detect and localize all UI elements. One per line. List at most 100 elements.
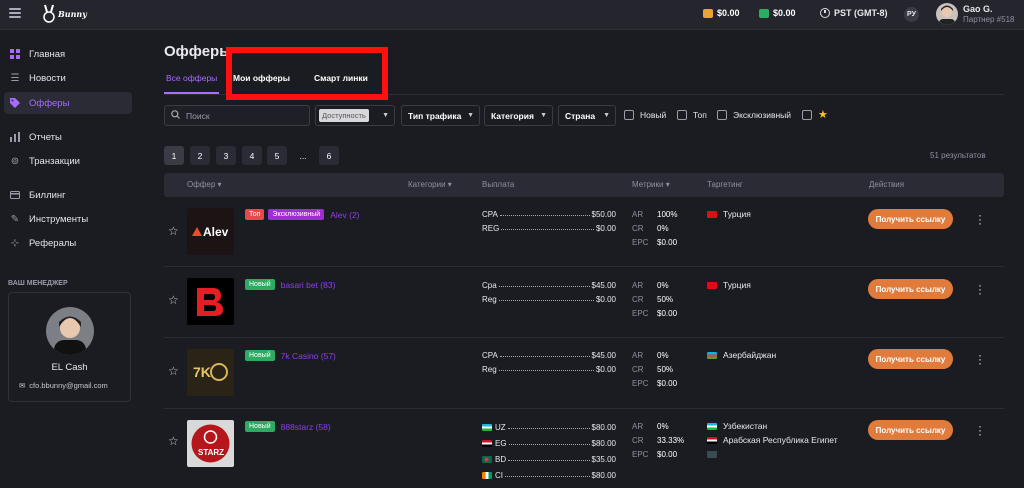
page-button[interactable]: 5	[267, 146, 287, 165]
manager-email[interactable]: ✉ cfo.bbunny@gmail.com	[19, 381, 108, 390]
sidebar-item-tools[interactable]: ✎ Инструменты	[4, 208, 132, 230]
badge-top: Топ	[245, 209, 265, 220]
sidebar-item-label: Биллинг	[29, 189, 66, 201]
timezone-label: PST (GMT-8)	[834, 8, 888, 18]
logo[interactable]: Bunny	[42, 4, 87, 24]
get-link-button[interactable]: Получить ссылку	[868, 349, 953, 369]
more-options-icon[interactable]: · · ·	[977, 209, 983, 229]
balance-value: $0.00	[717, 8, 740, 18]
filter-exclusive[interactable]: Эксклюзивный	[717, 110, 791, 120]
sidebar-item-reports[interactable]: Отчеты	[4, 126, 132, 148]
more-options-icon[interactable]: · · ·	[977, 349, 983, 369]
page-button[interactable]: 1	[164, 146, 184, 165]
more-options-icon[interactable]: · · ·	[977, 279, 983, 299]
traffic-type-select[interactable]: Тип трафика ▼	[401, 105, 480, 126]
country-select[interactable]: Страна ▼	[558, 105, 616, 126]
col-categories[interactable]: Категории ▾	[408, 180, 452, 189]
page-ellipsis: ...	[299, 150, 307, 161]
top-checkbox[interactable]	[677, 110, 687, 120]
offer-name-link[interactable]: 888starz (58)	[281, 422, 331, 432]
sidebar-item-home[interactable]: Главная	[4, 43, 132, 65]
sidebar-item-label: Отчеты	[29, 131, 62, 143]
offer-name-link[interactable]: Alev (2)	[330, 210, 359, 220]
annotation-highlight-box	[226, 47, 388, 100]
badge-new: Новый	[245, 421, 275, 432]
dashboard-icon	[10, 49, 20, 59]
transactions-icon: ⊚	[10, 155, 20, 167]
payout-list: CPA $45.00 Reg $0.00	[482, 350, 616, 374]
col-actions: Действия	[869, 180, 905, 189]
offer-name-link[interactable]: 7k Casino (57)	[281, 351, 336, 361]
bar-chart-icon	[10, 132, 20, 142]
uzbekistan-flag-icon	[482, 423, 492, 431]
filter-favorites[interactable]: ★	[802, 108, 828, 121]
manager-card: EL Cash ✉ cfo.bbunny@gmail.com	[8, 292, 131, 402]
tab-all-offers[interactable]: Все офферы	[166, 73, 217, 83]
targeting-list: Турция	[707, 278, 751, 292]
get-link-button[interactable]: Получить ссылку	[868, 209, 953, 229]
col-metrics[interactable]: Метрики ▾	[632, 180, 670, 189]
sidebar-item-news[interactable]: ☰ Новости	[4, 67, 132, 89]
more-flags-icon	[707, 450, 717, 458]
sidebar-item-transactions[interactable]: ⊚ Транзакции	[4, 150, 132, 172]
exclusive-checkbox[interactable]	[717, 110, 727, 120]
search-field[interactable]	[164, 105, 310, 126]
egypt-flag-icon	[482, 439, 492, 447]
uzbekistan-flag-icon	[707, 422, 717, 430]
sidebar: Главная ☰ Новости Офферы Отчеты ⊚ Транза…	[0, 30, 140, 488]
table-row: ☆ Новый basari bet (83) Cpa $45.00 Reg $0.…	[164, 268, 1004, 338]
badge-new: Новый	[245, 350, 275, 361]
get-link-button[interactable]: Получить ссылку	[868, 279, 953, 299]
page-button[interactable]: 3	[216, 146, 236, 165]
table-row: ☆ Alev Топ Эксклюзивный Alev (2) CPA $50.…	[164, 197, 1004, 267]
offer-badges: Новый basari bet (83)	[245, 279, 335, 290]
balance-secondary[interactable]: $0.00	[759, 8, 796, 18]
targeting-list: Азербайджан	[707, 348, 776, 362]
favorites-checkbox[interactable]	[802, 109, 812, 120]
sidebar-item-label: Офферы	[29, 97, 70, 109]
favorite-star-icon[interactable]: ☆	[168, 294, 180, 306]
filter-new-label: Новый	[640, 110, 667, 120]
payout-list: UZ $80.00 EG $80.00 BD $35.00 CI $80.00	[482, 419, 616, 483]
bunny-icon	[43, 4, 55, 23]
availability-select[interactable]: Доступность ▼	[315, 105, 395, 126]
filter-top[interactable]: Топ	[677, 110, 707, 120]
menu-icon[interactable]	[9, 8, 21, 20]
search-input[interactable]	[186, 110, 296, 121]
mail-icon: ✉	[19, 381, 26, 390]
more-options-icon[interactable]: · · ·	[977, 420, 983, 440]
page-button[interactable]: 6	[319, 146, 339, 165]
sidebar-item-referrals[interactable]: ⊹ Рефералы	[4, 232, 132, 254]
language-switch[interactable]: РУ	[904, 7, 919, 22]
favorite-star-icon[interactable]: ☆	[168, 225, 180, 237]
news-icon: ☰	[10, 72, 20, 84]
col-offer[interactable]: Оффер ▾	[187, 180, 222, 189]
wrench-icon: ✎	[10, 213, 20, 225]
page-button[interactable]: 2	[190, 146, 210, 165]
table-header: Оффер ▾ Категории ▾ Выплата Метрики ▾ Та…	[164, 173, 1004, 197]
badge-new: Новый	[245, 279, 275, 290]
chevron-down-icon: ▼	[603, 112, 610, 119]
sidebar-item-billing[interactable]: Биллинг	[4, 184, 132, 206]
chevron-down-icon: ▼	[382, 112, 389, 119]
favorite-star-icon[interactable]: ☆	[168, 365, 180, 377]
azerbaijan-flag-icon	[707, 351, 717, 359]
ivory-coast-flag-icon	[482, 471, 492, 479]
sidebar-item-offers[interactable]: Офферы	[4, 92, 132, 114]
metrics-list: AR 0% CR 50% EPC $0.00	[632, 280, 678, 318]
search-icon	[171, 110, 180, 121]
timezone[interactable]: PST (GMT-8)	[820, 8, 888, 18]
avatar[interactable]	[936, 3, 958, 25]
get-link-button[interactable]: Получить ссылку	[868, 420, 953, 440]
page-button[interactable]: 4	[242, 146, 262, 165]
offer-name-link[interactable]: basari bet (83)	[281, 280, 336, 290]
filter-new[interactable]: Новый	[624, 110, 666, 120]
bangladesh-flag-icon	[482, 455, 492, 463]
favorite-star-icon[interactable]: ☆	[168, 435, 180, 447]
targeting-list: Узбекистан Арабская Республика Египет	[707, 419, 838, 461]
targeting-list: Турция	[707, 207, 751, 221]
category-select[interactable]: Категория ▼	[484, 105, 553, 126]
balance-main[interactable]: $0.00	[703, 8, 740, 18]
new-checkbox[interactable]	[624, 110, 634, 120]
manager-name: EL Cash	[51, 362, 88, 373]
